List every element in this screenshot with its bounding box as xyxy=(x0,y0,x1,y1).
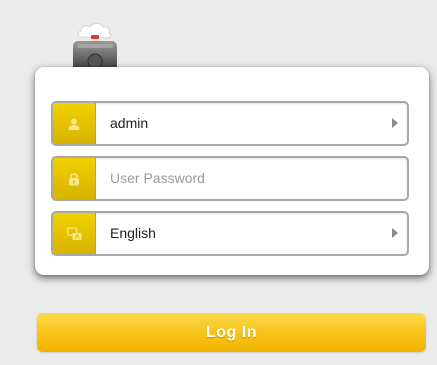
language-icon-box: A xyxy=(53,213,96,254)
cloud-router-icon xyxy=(73,22,117,71)
lock-icon-box xyxy=(53,158,96,199)
password-field[interactable] xyxy=(51,156,409,201)
password-input[interactable] xyxy=(110,158,390,199)
user-icon-box xyxy=(53,103,96,144)
language-selected-value: English xyxy=(110,225,156,241)
login-card: admin A English xyxy=(35,67,429,275)
chevron-right-icon xyxy=(392,118,398,128)
chevron-right-icon xyxy=(392,228,398,238)
device-illustration xyxy=(69,17,121,71)
language-icon: A xyxy=(66,226,81,240)
language-select[interactable]: A English xyxy=(51,211,409,256)
username-value: admin xyxy=(110,115,149,131)
lock-icon xyxy=(69,172,79,185)
login-button[interactable]: Log In xyxy=(37,313,426,352)
svg-text:A: A xyxy=(74,234,79,240)
user-icon xyxy=(68,118,80,130)
username-field[interactable]: admin xyxy=(51,101,409,146)
